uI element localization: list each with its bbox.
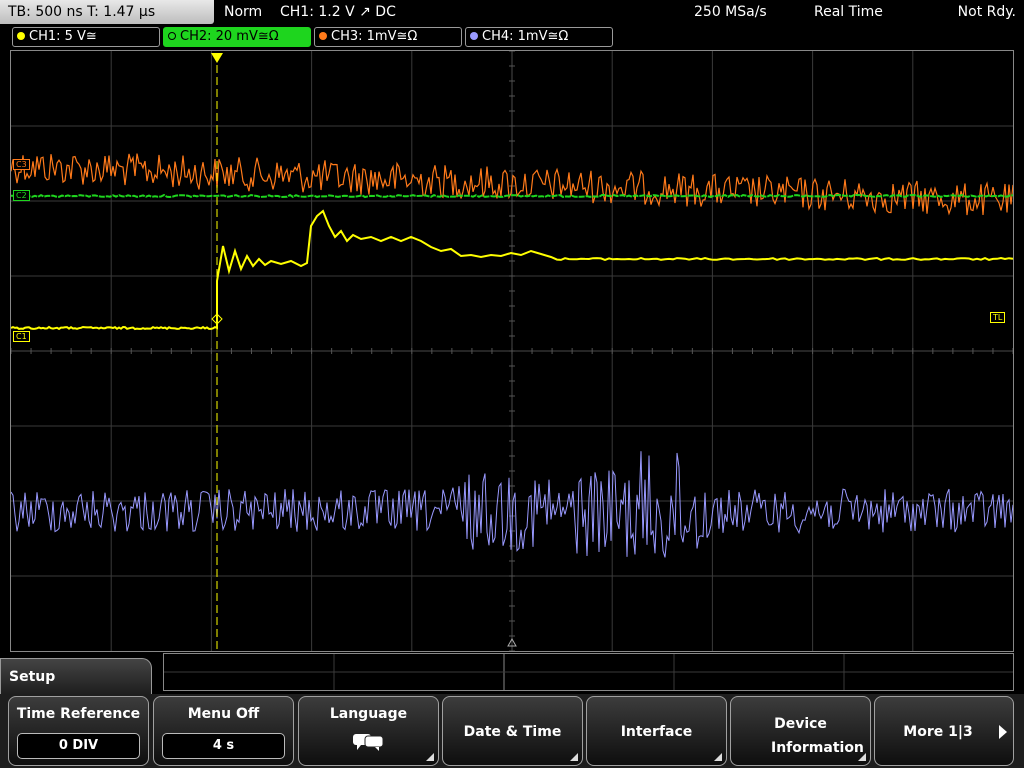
waveform-canvas	[11, 51, 1013, 651]
interface-label: Interface	[620, 724, 693, 740]
time-reference-value: 0 DIV	[17, 733, 140, 759]
ch1-offset-marker[interactable]: C1	[13, 331, 30, 342]
acquisition-mode: Real Time	[814, 4, 883, 20]
trigger-mode[interactable]: Norm	[224, 0, 262, 24]
speech-bubbles-icon	[352, 734, 383, 751]
channel-bar: CH1: 5 V≅ CH2: 20 mV≅Ω CH3: 1mV≅Ω CH4: 1…	[0, 27, 1024, 48]
ch4-color-dot	[470, 32, 478, 40]
timebase-display[interactable]: TB: 500 ns T: 1.47 μs	[0, 0, 214, 24]
device-information-button[interactable]: Device Information	[730, 696, 871, 766]
graticule	[11, 51, 1013, 651]
time-reference-button[interactable]: Time Reference 0 DIV	[8, 696, 149, 766]
channel-tab-ch1[interactable]: CH1: 5 V≅	[12, 27, 160, 47]
softkey-menu: Time Reference 0 DIV Menu Off 4 s Langua…	[0, 694, 1024, 768]
ch1-color-dot	[17, 32, 25, 40]
submenu-indicator-icon	[570, 753, 578, 761]
trigger-info[interactable]: CH1: 1.2 V ↗ DC	[280, 0, 396, 24]
language-label: Language	[329, 706, 408, 722]
acquisition-status: Not Rdy.	[957, 4, 1016, 20]
ch4-label: CH4: 1mV≅Ω	[482, 29, 569, 44]
menu-off-label: Menu Off	[187, 706, 260, 722]
ch3-label: CH3: 1mV≅Ω	[331, 29, 418, 44]
interface-button[interactable]: Interface	[586, 696, 727, 766]
device-information-label: Device Information	[771, 716, 864, 756]
submenu-indicator-icon	[714, 753, 722, 761]
trigger-position-marker[interactable]: T	[211, 52, 223, 64]
ch3-color-dot	[319, 32, 327, 40]
channel-tab-ch3[interactable]: CH3: 1mV≅Ω	[314, 27, 462, 47]
channel-tab-ch4[interactable]: CH4: 1mV≅Ω	[465, 27, 613, 47]
more-label: More 1|3	[903, 724, 973, 740]
sample-rate: 250 MSa/s	[694, 4, 767, 20]
date-time-label: Date & Time	[463, 724, 562, 740]
submenu-indicator-icon	[858, 753, 866, 761]
language-button[interactable]: Language	[298, 696, 439, 766]
menu-off-button[interactable]: Menu Off 4 s	[153, 696, 294, 766]
next-page-arrow-icon	[999, 725, 1007, 739]
waveform-display[interactable]: C3 C2 C1 TL T	[10, 50, 1014, 652]
trigger-level-marker[interactable]: TL	[990, 312, 1006, 323]
status-bar: TB: 500 ns T: 1.47 μs Norm CH1: 1.2 V ↗ …	[0, 0, 1024, 26]
menu-off-value: 4 s	[162, 733, 285, 759]
ch1-label: CH1: 5 V≅	[29, 29, 97, 44]
ch2-label: CH2: 20 mV≅Ω	[180, 29, 279, 44]
zoom-overview-strip	[163, 653, 1014, 691]
strip-grid	[164, 654, 1013, 690]
ch3-offset-marker[interactable]: C3	[13, 159, 30, 170]
ch2-offset-marker[interactable]: C2	[13, 190, 30, 201]
submenu-indicator-icon	[426, 753, 434, 761]
trigger-position-line	[211, 53, 517, 651]
channel-tab-ch2[interactable]: CH2: 20 mV≅Ω	[163, 27, 311, 47]
date-time-button[interactable]: Date & Time	[442, 696, 583, 766]
time-reference-label: Time Reference	[16, 706, 141, 722]
menu-title-tab: Setup	[0, 658, 152, 698]
ch2-color-dot	[168, 32, 176, 40]
more-button[interactable]: More 1|3	[874, 696, 1014, 766]
